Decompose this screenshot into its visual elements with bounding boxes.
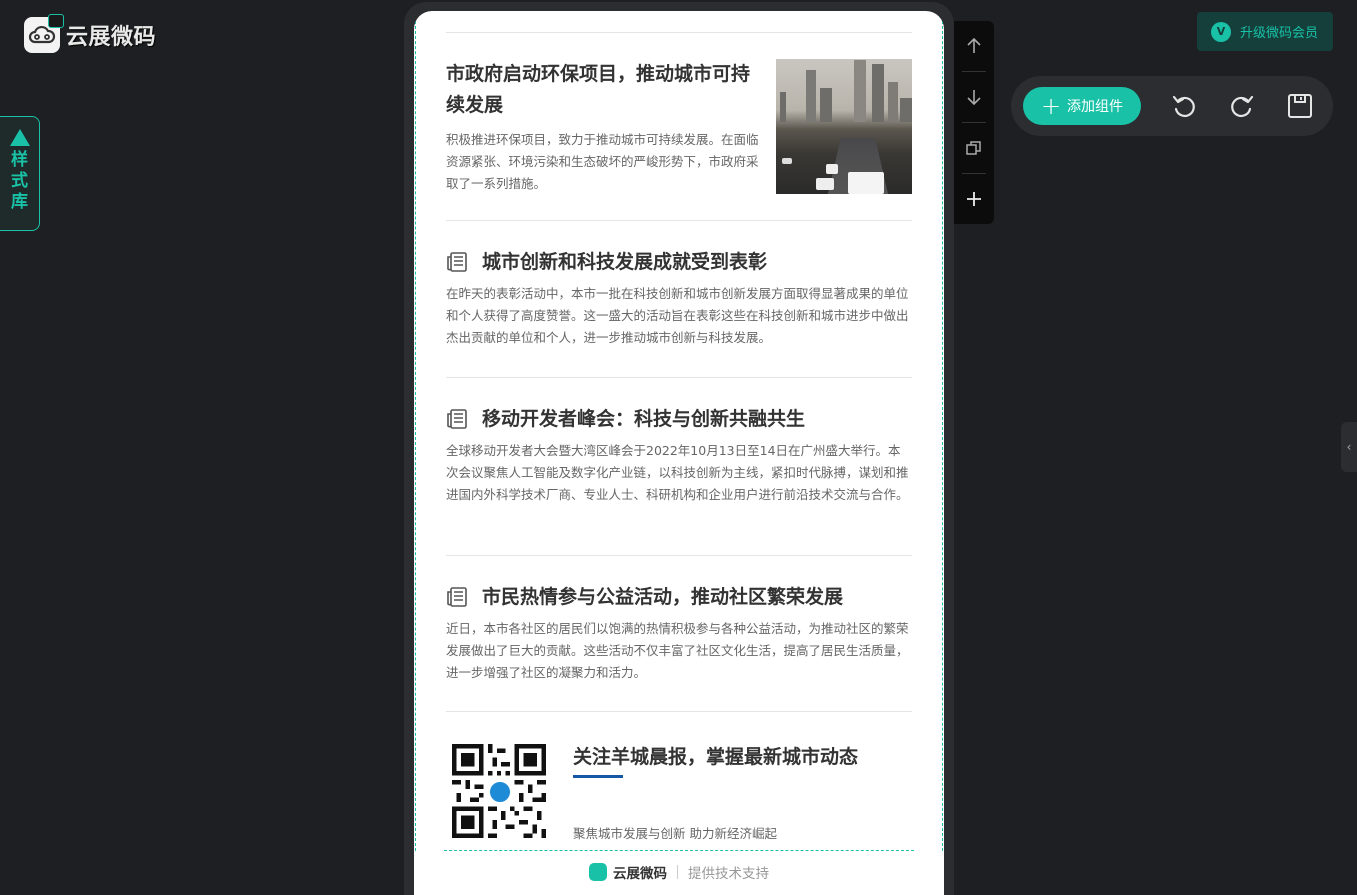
add-component-button[interactable]: + 添加组件 bbox=[1023, 87, 1141, 125]
move-up-icon[interactable] bbox=[954, 21, 994, 71]
phone-screen: 市政府启动环保项目，推动城市可持续发展 积极推进环保项目，致力于推动城市可持续发… bbox=[414, 11, 944, 895]
undo-icon[interactable] bbox=[1169, 91, 1199, 121]
article-card[interactable]: 城市创新和科技发展成就受到表彰 在昨天的表彰活动中，本市一批在科技创新和城市创新… bbox=[446, 249, 912, 349]
article-body: 积极推进环保项目，致力于推动城市可持续发展。在面临资源紧张、环境污染和生态破坏的… bbox=[446, 132, 759, 191]
footer-divider bbox=[444, 850, 914, 851]
divider bbox=[446, 32, 912, 33]
app-logo: 云展微码 bbox=[24, 14, 157, 53]
component-tool-strip bbox=[954, 21, 994, 224]
newspaper-icon bbox=[447, 409, 467, 429]
divider bbox=[446, 220, 912, 221]
redo-icon[interactable] bbox=[1227, 91, 1257, 121]
move-down-icon[interactable] bbox=[954, 72, 994, 122]
article-body: 近日，本市各社区的居民们以饱满的热情积极参与各种公益活动，为推动社区的繁荣发展做… bbox=[446, 621, 909, 680]
style-library-label: 样式库 bbox=[11, 150, 28, 212]
cloud-logo-icon bbox=[24, 14, 64, 53]
article-title: 城市创新和科技发展成就受到表彰 bbox=[482, 251, 768, 273]
article-title: 市政府启动环保项目，推动城市可持续发展 bbox=[446, 63, 751, 116]
footer-separator bbox=[677, 865, 678, 879]
editor-toolbar: + 添加组件 bbox=[1011, 76, 1333, 136]
upgrade-label: 升级微码会员 bbox=[1240, 26, 1319, 41]
article-title: 移动开发者峰会：科技与创新共融共生 bbox=[482, 408, 806, 430]
save-icon[interactable] bbox=[1285, 91, 1315, 121]
article-card[interactable]: 市政府启动环保项目，推动城市可持续发展 积极推进环保项目，致力于推动城市可持续发… bbox=[446, 59, 912, 194]
plus-icon: + bbox=[1040, 92, 1062, 120]
divider bbox=[446, 377, 912, 378]
upgrade-membership-button[interactable]: V 升级微码会员 bbox=[1197, 12, 1333, 51]
newspaper-icon bbox=[447, 587, 467, 607]
footer-support: 提供技术支持 bbox=[688, 866, 769, 882]
qr-code bbox=[452, 744, 546, 838]
title-underline bbox=[573, 775, 623, 778]
article-body: 全球移动开发者大会暨大湾区峰会于2022年10月13日至14日在广州盛大举行。本… bbox=[446, 443, 909, 502]
article-title: 市民热情参与公益活动，推动社区繁荣发展 bbox=[482, 586, 844, 608]
triangle-icon bbox=[9, 129, 30, 146]
footer-logo-icon bbox=[589, 863, 607, 881]
newspaper-icon bbox=[447, 252, 467, 272]
divider bbox=[446, 555, 912, 556]
follow-subtitle: 聚焦城市发展与创新 助力新经济崛起 bbox=[573, 826, 777, 841]
chevron-left-icon: ‹ bbox=[1346, 440, 1352, 454]
footer: 云展微码 提供技术支持 bbox=[414, 859, 944, 885]
add-component-label: 添加组件 bbox=[1067, 99, 1124, 115]
article-card[interactable]: 市民热情参与公益活动，推动社区繁荣发展 近日，本市各社区的居民们以饱满的热情积极… bbox=[446, 584, 912, 684]
footer-brand[interactable]: 云展微码 bbox=[613, 862, 667, 882]
duplicate-icon[interactable] bbox=[954, 123, 994, 173]
qr-badge-icon bbox=[48, 14, 64, 28]
collapse-panel-handle[interactable]: ‹ bbox=[1341, 422, 1357, 472]
article-body: 在昨天的表彰活动中，本市一批在科技创新和城市创新发展方面取得显著成果的单位和个人… bbox=[446, 286, 909, 345]
follow-title: 关注羊城晨报，掌握最新城市动态 bbox=[573, 746, 859, 768]
vip-icon: V bbox=[1211, 21, 1231, 42]
qr-cloud-logo-icon bbox=[488, 780, 512, 804]
divider bbox=[446, 711, 912, 712]
app-name: 云展微码 bbox=[66, 25, 157, 50]
article-card[interactable]: 移动开发者峰会：科技与创新共融共生 全球移动开发者大会暨大湾区峰会于2022年1… bbox=[446, 406, 912, 506]
city-road-photo bbox=[776, 59, 912, 194]
style-library-tab[interactable]: 样式库 bbox=[0, 116, 40, 231]
add-icon[interactable] bbox=[954, 174, 994, 224]
